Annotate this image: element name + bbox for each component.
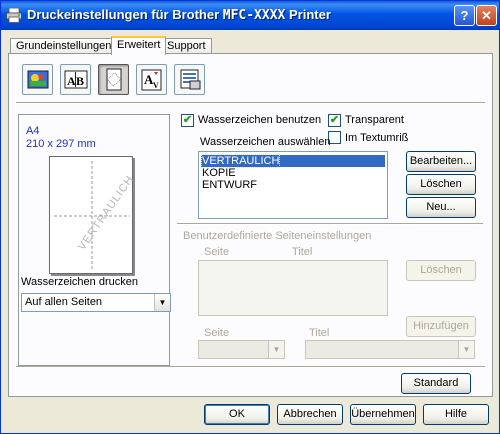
tab-support[interactable]: Support	[161, 38, 212, 54]
cancel-button[interactable]: Abbrechen	[277, 404, 343, 425]
title-label: Titel	[309, 327, 330, 339]
print-watermark-select[interactable]: Auf allen Seiten ▼	[21, 293, 171, 312]
list-item[interactable]: ENTWURF	[201, 179, 257, 191]
watermark-icon	[106, 68, 122, 91]
svg-text:A: A	[67, 74, 76, 88]
outline-label[interactable]: Im Textumriß	[345, 132, 408, 144]
device-options-icon	[180, 69, 201, 90]
color-settings-button[interactable]	[22, 64, 53, 95]
print-watermark-label: Wasserzeichen drucken	[21, 276, 138, 288]
tab-panel-erweitert: A B A V A4 210 x 297 mm VERTRAULICH Wass…	[8, 53, 493, 397]
device-options-button[interactable]	[174, 64, 205, 95]
bottom-divider	[16, 366, 485, 368]
chevron-down-icon[interactable]: ▼	[458, 341, 474, 358]
list-item[interactable]: VERTRAULICH	[200, 154, 385, 168]
add-custom-button[interactable]: Hinzufügen	[406, 316, 476, 337]
color-settings-icon	[27, 70, 49, 89]
delete-watermark-button[interactable]: Löschen	[406, 174, 476, 195]
watermark-button[interactable]	[98, 64, 129, 95]
title-bar[interactable]: Druckeinstellungen für Brother MFC-XXXX …	[1, 1, 499, 30]
col-page-header: Seite	[204, 246, 230, 258]
transparent-checkbox[interactable]: ✔	[328, 114, 341, 127]
preview-page: VERTRAULICH	[49, 156, 136, 274]
scaling-icon: A B	[64, 70, 88, 89]
printer-icon	[6, 8, 22, 23]
tab-erweitert[interactable]: Erweitert	[111, 36, 167, 55]
transparent-label[interactable]: Transparent	[345, 114, 404, 126]
section-divider	[177, 223, 483, 225]
edit-watermark-button[interactable]: Bearbeiten...	[406, 151, 476, 172]
delete-custom-button[interactable]: Löschen	[406, 260, 476, 281]
tab-grundeinstellungen[interactable]: Grundeinstellungen	[10, 38, 118, 54]
title-select[interactable]: ▼	[305, 340, 475, 359]
custom-page-settings-heading: Benutzerdefinierte Seiteneinstellungen	[183, 230, 372, 242]
help-icon[interactable]: ?	[454, 5, 475, 26]
use-watermark-checkbox[interactable]: ✔	[181, 114, 194, 127]
use-watermark-label[interactable]: Wasserzeichen benutzen	[198, 114, 321, 126]
default-button[interactable]: Standard	[401, 373, 471, 394]
chevron-down-icon[interactable]: ▼	[268, 341, 284, 358]
page-guides	[54, 161, 130, 271]
close-icon[interactable]: ✕	[476, 5, 497, 26]
svg-text:B: B	[76, 74, 84, 88]
help-button[interactable]: Hilfe	[423, 404, 489, 425]
paper-dimensions: 210 x 297 mm	[26, 138, 96, 150]
font-settings-button[interactable]: A V	[136, 64, 167, 95]
watermark-list[interactable]: VERTRAULICH KOPIE ENTWURF	[198, 151, 388, 219]
svg-text:V: V	[153, 81, 159, 90]
chevron-down-icon[interactable]: ▼	[154, 294, 170, 311]
paper-size-label: A4 210 x 297 mm	[26, 125, 96, 151]
font-settings-icon: A V	[141, 69, 162, 91]
scaling-button[interactable]: A B	[60, 64, 91, 95]
paper-size: A4	[26, 125, 40, 137]
ok-button[interactable]: OK	[204, 404, 270, 425]
printing-preferences-dialog: Druckeinstellungen für Brother MFC-XXXX …	[0, 0, 500, 434]
col-title-header: Titel	[292, 246, 313, 258]
page-select[interactable]: ▼	[198, 340, 285, 359]
new-watermark-button[interactable]: Neu...	[406, 197, 476, 218]
select-watermark-label: Wasserzeichen auswählen	[200, 136, 331, 148]
print-watermark-value: Auf allen Seiten	[25, 296, 103, 308]
page-label: Seite	[204, 327, 230, 339]
window-title: Druckeinstellungen für Brother MFC-XXXX …	[27, 7, 331, 23]
custom-pages-list[interactable]	[198, 260, 388, 316]
toolbar-divider	[16, 102, 485, 104]
list-item[interactable]: KOPIE	[201, 167, 236, 179]
apply-button[interactable]: Übernehmen	[350, 404, 416, 425]
